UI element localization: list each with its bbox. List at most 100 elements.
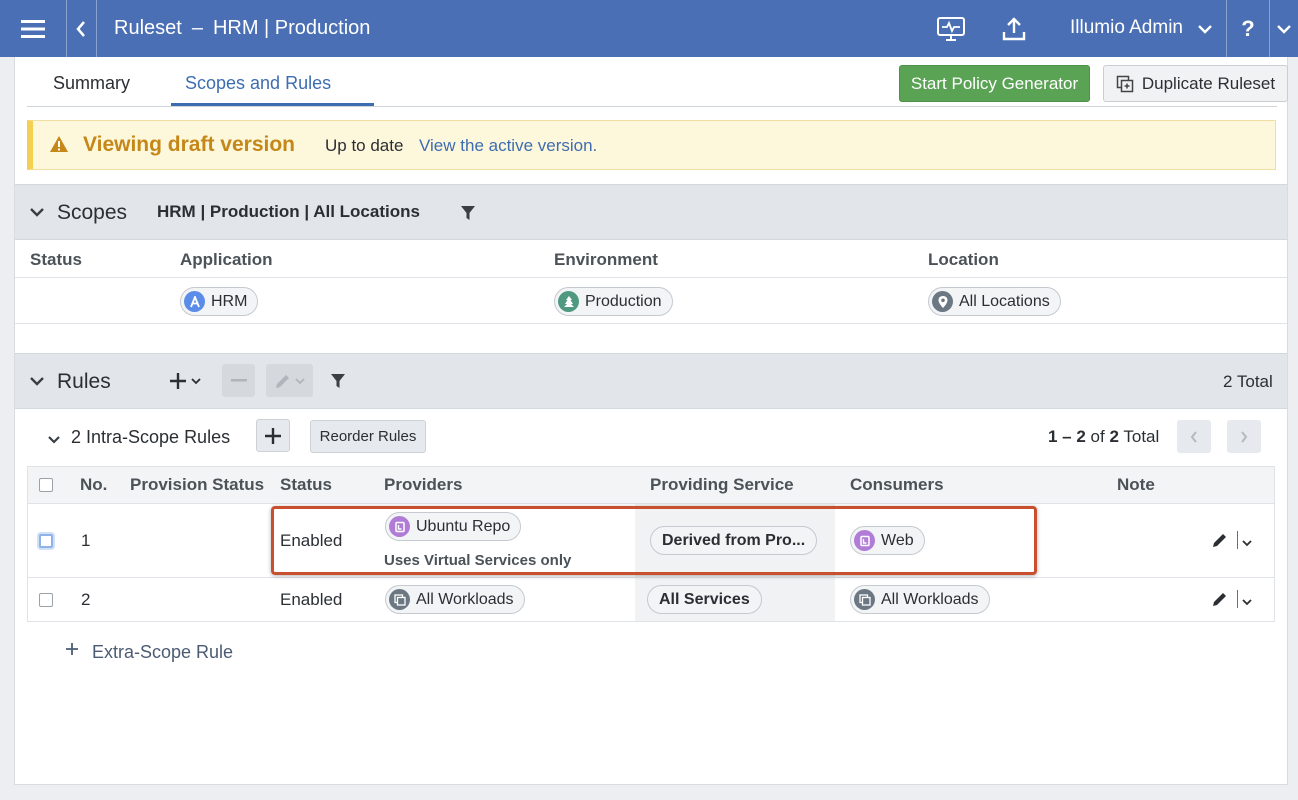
minus-icon: [230, 378, 247, 381]
banner-status: Up to date: [325, 136, 404, 155]
button-label: Reorder Rules: [319, 428, 417, 445]
chevron-down-icon[interactable]: [1196, 0, 1214, 57]
pagination-of: of: [1090, 427, 1105, 446]
tab-summary[interactable]: Summary: [53, 71, 130, 95]
column-location: Location: [928, 250, 999, 269]
add-rule-button[interactable]: [163, 364, 209, 397]
provider-note: Uses Virtual Services only: [384, 552, 572, 569]
column-provision-status: Provision Status: [130, 475, 265, 494]
row-checkbox[interactable]: [39, 534, 53, 548]
rule-status: Enabled: [280, 531, 343, 550]
column-status: Status: [30, 250, 82, 269]
scope-summary: HRM | Production | All Locations: [157, 202, 420, 221]
rule-status: Enabled: [280, 590, 343, 609]
provider-pill: All Workloads: [385, 585, 525, 614]
location-label: All Locations: [959, 292, 1050, 310]
upload-icon[interactable]: [998, 0, 1030, 57]
chevron-down-icon[interactable]: [1241, 594, 1253, 612]
application-label-pill: HRM: [180, 287, 259, 316]
top-bar: Ruleset – HRM | Production Illumio Admin ?: [0, 0, 1298, 57]
application-label: HRM: [211, 292, 248, 310]
column-providers: Providers: [384, 475, 463, 494]
title-text: Ruleset: [114, 17, 182, 39]
location-label-icon: [932, 291, 953, 312]
edit-rule-button[interactable]: [266, 364, 313, 397]
consumer-label: All Workloads: [881, 590, 979, 608]
filter-icon[interactable]: [461, 205, 475, 226]
environment-label-icon: [558, 291, 579, 312]
rules-section-header[interactable]: Rules 2 Total: [15, 353, 1287, 409]
chevron-down-icon[interactable]: [29, 205, 45, 223]
column-application: Application: [180, 250, 273, 269]
ruleset-name: HRM | Production: [212, 17, 371, 39]
title-separator: –: [191, 17, 203, 39]
consumer-label: Web: [881, 531, 914, 549]
pagination-total: Total: [1123, 427, 1160, 446]
chevron-right-icon[interactable]: [1227, 420, 1261, 453]
user-name: Illumio Admin: [1070, 17, 1183, 38]
select-all-checkbox[interactable]: [39, 478, 53, 492]
menu-icon[interactable]: [8, 0, 58, 57]
remove-rule-button[interactable]: [222, 364, 255, 397]
scopes-section-header[interactable]: Scopes HRM | Production | All Locations: [15, 184, 1287, 240]
chevron-down-icon[interactable]: [47, 432, 61, 450]
provider-label: Ubuntu Repo: [416, 517, 511, 535]
pencil-icon: [275, 374, 305, 388]
column-number: No.: [80, 475, 108, 494]
rules-total: 2 Total: [1223, 372, 1273, 391]
rule-number: 2: [81, 590, 91, 609]
view-active-version-link[interactable]: View the active version.: [419, 136, 597, 156]
application-label-icon: [184, 291, 205, 312]
divider: [1226, 0, 1227, 57]
chevron-left-icon[interactable]: [1177, 420, 1211, 453]
duplicate-icon: [1116, 75, 1134, 92]
duplicate-ruleset-button[interactable]: Duplicate Ruleset: [1103, 65, 1288, 102]
scopes-title: Scopes: [57, 201, 128, 224]
divider: [15, 323, 1287, 324]
row-checkbox[interactable]: [39, 593, 53, 607]
start-policy-generator-button[interactable]: Start Policy Generator: [899, 65, 1090, 102]
column-environment: Environment: [554, 250, 658, 269]
environment-label: Production: [585, 292, 662, 310]
pencil-icon[interactable]: [1211, 531, 1229, 554]
plus-icon: [265, 427, 281, 444]
monitor-icon[interactable]: [934, 0, 968, 57]
divider: [96, 0, 97, 57]
divider: [15, 277, 1287, 278]
chevron-down-icon[interactable]: [1273, 0, 1295, 57]
service-label: Derived from Pro...: [662, 531, 806, 549]
extra-scope-rule-link[interactable]: Extra-Scope Rule: [92, 642, 233, 662]
tab-scopes-and-rules[interactable]: Scopes and Rules: [185, 71, 331, 95]
tab-bar: Summary Scopes and Rules Start Policy Ge…: [27, 57, 1288, 107]
button-label: Duplicate Ruleset: [1141, 73, 1276, 93]
back-chevron-icon[interactable]: [67, 0, 95, 57]
column-consumers: Consumers: [850, 475, 944, 494]
column-providing-service: Providing Service: [650, 475, 794, 494]
column-note: Note: [1117, 475, 1155, 494]
user-menu[interactable]: Illumio Admin: [1070, 16, 1183, 40]
pencil-icon[interactable]: [1211, 590, 1229, 613]
pagination-count: 2: [1109, 427, 1119, 446]
filter-icon[interactable]: [331, 373, 345, 394]
workloads-icon: [854, 589, 875, 610]
rules-title: Rules: [57, 370, 111, 393]
service-pill: Derived from Pro...: [650, 526, 818, 555]
active-tab-indicator: [171, 103, 374, 106]
help-icon[interactable]: ?: [1232, 0, 1264, 57]
provider-pill: Ubuntu Repo: [385, 512, 522, 541]
consumer-pill: Web: [850, 526, 925, 555]
warning-icon: [49, 135, 69, 158]
divider: [1237, 531, 1238, 549]
chevron-down-icon[interactable]: [1241, 535, 1253, 553]
divider: [1237, 590, 1238, 608]
add-intra-scope-rule-button[interactable]: [256, 419, 290, 452]
draft-version-banner: Viewing draft version Up to date View th…: [27, 120, 1276, 170]
environment-label-pill: Production: [554, 287, 673, 316]
plus-icon[interactable]: [65, 642, 79, 661]
virtual-service-icon: [389, 516, 410, 537]
divider: [1269, 0, 1270, 57]
help-label: ?: [1241, 15, 1255, 41]
chevron-down-icon[interactable]: [29, 374, 45, 392]
reorder-rules-button[interactable]: Reorder Rules: [310, 420, 426, 453]
service-pill: All Services: [647, 585, 762, 614]
